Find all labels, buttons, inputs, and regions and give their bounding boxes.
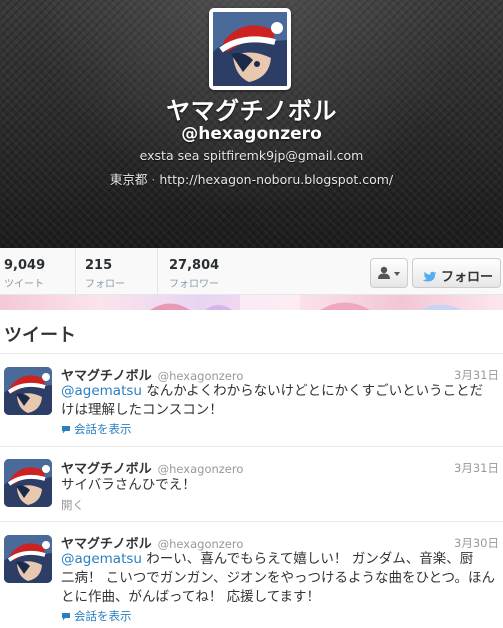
speech-bubble-icon (61, 425, 71, 434)
tweet-author-handle: @hexagonzero (157, 462, 244, 476)
stat-following[interactable]: 215 フォロー (75, 248, 157, 295)
profile-location-line: 東京都 · http://hexagon-noboru.blogspot.com/ (0, 169, 503, 188)
profile-location: 東京都 (109, 172, 148, 187)
location-separator: · (151, 172, 156, 187)
stat-tweets[interactable]: 9,049 ツイート (0, 248, 75, 295)
speech-bubble-icon (61, 612, 71, 621)
user-dropdown-icon (378, 266, 400, 279)
tweet-mention[interactable]: @agematsu (61, 383, 142, 399)
view-conversation-link[interactable]: 会話を表示 (61, 608, 132, 624)
tweet-author[interactable]: ヤマグチノボル @hexagonzero (61, 458, 243, 477)
tweet-text-line-1: なんかよくわからないけどとにかくすごいということだ (141, 383, 484, 399)
profile-banner-strip (0, 295, 503, 310)
tweet-text: @agematsu なんかよくわからないけどとにかくすごいということだ けは理解… (61, 382, 499, 420)
tweet-item[interactable]: ヤマグチノボル @hexagonzero 3月31日 @agematsu なんかよ… (0, 355, 503, 447)
tweet-avatar[interactable] (4, 367, 52, 415)
profile-url-link[interactable]: http://hexagon-noboru.blogspot.com/ (159, 172, 393, 187)
twitter-bird-icon (421, 270, 437, 283)
profile-bio: exsta sea spitfiremk9jp@gmail.com (139, 148, 364, 163)
stat-followers-label: フォロワー (169, 279, 219, 290)
tweet-timestamp[interactable]: 3月31日 (454, 367, 499, 383)
stat-followers[interactable]: 27,804 フォロワー (157, 248, 257, 295)
user-actions-button[interactable] (370, 258, 408, 288)
tweet-text-line-3: とに作曲、がんばってね！ 応援してます！ (61, 589, 321, 605)
stat-tweets-count: 9,049 (4, 258, 46, 273)
expand-tweet-link[interactable]: 開く (61, 497, 84, 513)
tweet-author-name: ヤマグチノボル (61, 462, 152, 477)
view-conversation-label: 会話を表示 (74, 422, 132, 436)
tweet-text-line-2: けは理解したコンスコン！ (61, 402, 223, 418)
stat-followers-count: 27,804 (169, 258, 220, 273)
stat-tweets-label: ツイート (4, 279, 44, 290)
stat-following-count: 215 (85, 258, 113, 273)
follow-button-label: フォロー (441, 270, 494, 285)
stat-following-label: フォロー (85, 279, 125, 290)
tweet-author-handle: @hexagonzero (157, 537, 244, 551)
tweet-item[interactable]: ヤマグチノボル @hexagonzero 3月30日 @agematsu わーい、… (0, 523, 503, 628)
tweet-mention[interactable]: @agematsu (61, 551, 142, 567)
tweet-timestamp[interactable]: 3月31日 (454, 460, 499, 476)
profile-name: ヤマグチノボル (166, 97, 337, 125)
profile-handle: @hexagonzero (181, 124, 322, 144)
tweet-text-line-2: 二病！ こいつでガンガン、ジオンをやっつけるような曲をひとつ。ほん (61, 570, 495, 586)
follow-button[interactable]: フォロー (412, 258, 501, 288)
view-conversation-link[interactable]: 会話を表示 (61, 421, 132, 437)
tweet-item[interactable]: ヤマグチノボル @hexagonzero 3月31日 サイバラさんひでえ！ 開く (0, 448, 503, 522)
tweets-heading: ツイート (0, 310, 503, 354)
tweet-avatar[interactable] (4, 535, 52, 583)
tweet-text-line-1: サイバラさんひでえ！ (61, 477, 196, 493)
tweet-text: @agematsu わーい、喜んでもらえて嬉しい！ ガンダム、音楽、厨 二病！ … (61, 550, 499, 607)
tweet-author-handle: @hexagonzero (157, 369, 244, 383)
tweet-text-line-1: わーい、喜んでもらえて嬉しい！ ガンダム、音楽、厨 (141, 551, 474, 567)
tweet-timestamp[interactable]: 3月30日 (454, 535, 499, 551)
profile-header: ヤマグチノボル @hexagonzero exsta sea spitfirem… (0, 0, 503, 248)
view-conversation-label: 会話を表示 (74, 609, 132, 623)
tweet-avatar[interactable] (4, 459, 52, 507)
profile-avatar[interactable] (209, 8, 291, 90)
tweet-text: サイバラさんひでえ！ (61, 476, 499, 495)
